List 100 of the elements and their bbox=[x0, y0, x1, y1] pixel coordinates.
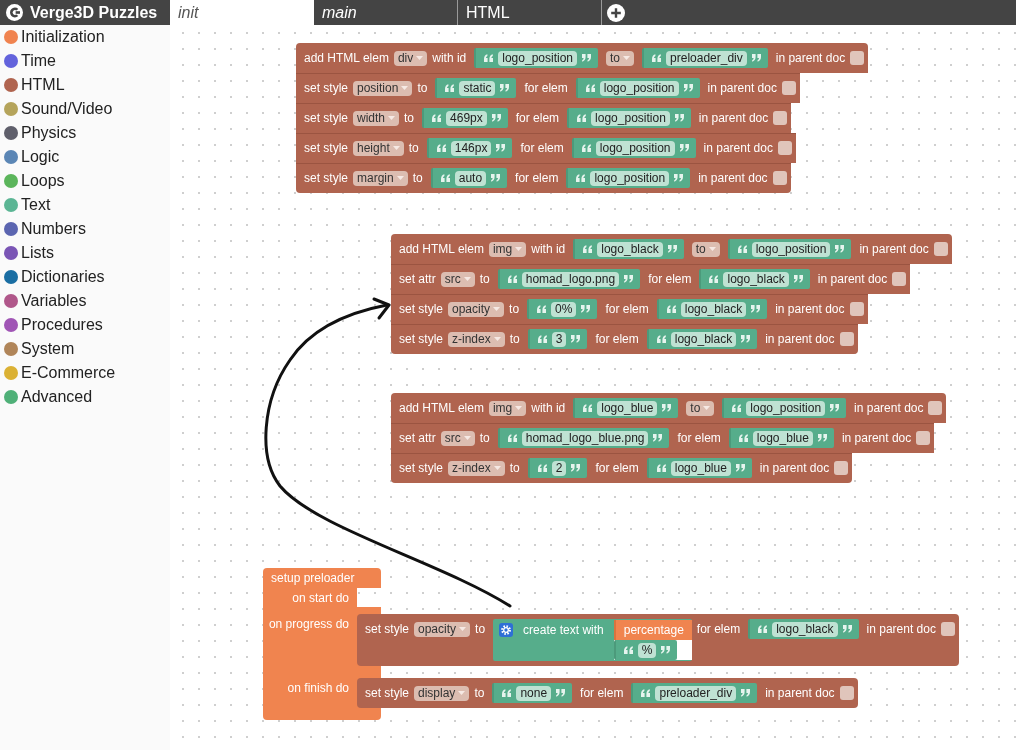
text-field[interactable]: % bbox=[637, 642, 657, 658]
text-field[interactable]: logo_blue bbox=[670, 460, 731, 476]
text-block[interactable]: logo_position bbox=[575, 78, 700, 98]
checkbox[interactable] bbox=[928, 401, 943, 415]
text-field[interactable]: logo_black bbox=[670, 331, 737, 347]
category-item[interactable]: Dictionaries bbox=[0, 265, 109, 289]
dropdown[interactable]: src bbox=[440, 430, 475, 446]
checkbox[interactable] bbox=[773, 111, 788, 125]
dropdown[interactable]: width bbox=[353, 110, 400, 126]
text-field[interactable]: logo_black bbox=[723, 271, 789, 287]
text-field[interactable]: logo_blue bbox=[597, 400, 658, 416]
text-field[interactable]: auto bbox=[454, 170, 487, 186]
dropdown[interactable]: img bbox=[488, 400, 527, 416]
category-item[interactable]: Numbers bbox=[0, 217, 90, 241]
checkbox[interactable] bbox=[834, 461, 849, 475]
text-field[interactable]: homad_logo_blue.png bbox=[521, 430, 649, 446]
text-field[interactable]: none bbox=[516, 685, 552, 701]
text-field[interactable]: 3 bbox=[551, 331, 567, 347]
text-block[interactable]: logo_black bbox=[646, 329, 758, 349]
dropdown[interactable]: position bbox=[353, 80, 413, 96]
statement-block[interactable]: set style z-index to 3 for elem logo_black in parent doc bbox=[391, 324, 858, 354]
text-field[interactable]: logo_position bbox=[590, 170, 670, 186]
checkbox[interactable] bbox=[781, 81, 796, 95]
text-field[interactable]: preloader_div bbox=[666, 50, 747, 66]
text-block[interactable]: logo_black bbox=[699, 269, 810, 289]
text-field[interactable]: logo_position bbox=[599, 80, 679, 96]
category-item[interactable]: Loops bbox=[0, 169, 69, 193]
text-block[interactable]: homad_logo_blue.png bbox=[497, 428, 670, 448]
text-block[interactable]: logo_black bbox=[656, 299, 768, 319]
category-item[interactable]: Physics bbox=[0, 121, 81, 145]
event-block[interactable] bbox=[263, 568, 381, 720]
dropdown[interactable]: div bbox=[393, 50, 428, 66]
statement-block[interactable]: add HTML elem img with id logo_blue to logo_position in parent doc bbox=[391, 393, 947, 423]
statement-block[interactable]: set style display to none for elem preloader_div in parent doc bbox=[357, 678, 858, 708]
category-item[interactable]: HTML bbox=[0, 73, 69, 97]
category-item[interactable]: Logic bbox=[0, 145, 64, 169]
statement-block[interactable]: set style z-index to 2 for elem logo_blue in parent doc bbox=[391, 453, 853, 483]
category-item[interactable]: Lists bbox=[0, 241, 58, 265]
add-tab-button[interactable] bbox=[607, 3, 625, 22]
dropdown[interactable]: height bbox=[353, 140, 404, 156]
create-text-block[interactable]: create text with percentage % bbox=[493, 619, 692, 661]
category-item[interactable]: Time bbox=[0, 49, 60, 73]
dropdown[interactable]: src bbox=[440, 271, 475, 287]
dropdown[interactable]: to bbox=[606, 50, 635, 66]
text-block[interactable]: logo_blue bbox=[728, 428, 834, 448]
statement-block[interactable]: set style width to 469px for elem logo_position in parent doc bbox=[296, 103, 792, 133]
checkbox[interactable] bbox=[839, 686, 854, 700]
text-block[interactable]: homad_logo.png bbox=[497, 269, 641, 289]
category-item[interactable]: Variables bbox=[0, 289, 91, 313]
checkbox[interactable] bbox=[839, 332, 854, 346]
checkbox[interactable] bbox=[850, 51, 865, 65]
text-block[interactable]: logo_blue bbox=[573, 398, 679, 418]
dropdown[interactable]: z-index bbox=[448, 460, 505, 476]
text-block[interactable]: logo_position bbox=[722, 398, 847, 418]
text-block[interactable]: logo_position bbox=[566, 168, 691, 188]
text-field[interactable]: static bbox=[459, 80, 496, 96]
text-block[interactable]: 146px bbox=[426, 138, 513, 158]
text-block[interactable]: logo_black bbox=[573, 239, 684, 259]
text-block[interactable]: 0% bbox=[527, 299, 598, 319]
checkbox[interactable] bbox=[916, 431, 931, 445]
dropdown[interactable]: to bbox=[691, 241, 720, 257]
category-item[interactable]: Sound/Video bbox=[0, 97, 117, 121]
category-item[interactable]: E-Commerce bbox=[0, 361, 120, 385]
category-item[interactable]: Initialization bbox=[0, 25, 109, 49]
text-field[interactable]: logo_position bbox=[595, 140, 675, 156]
dropdown[interactable]: z-index bbox=[448, 331, 505, 347]
text-field[interactable]: preloader_div bbox=[655, 685, 737, 701]
checkbox[interactable] bbox=[940, 622, 955, 636]
text-block[interactable]: static bbox=[435, 78, 517, 98]
text-field[interactable]: 469px bbox=[446, 110, 487, 126]
text-field[interactable]: homad_logo.png bbox=[521, 271, 620, 287]
dropdown[interactable]: margin bbox=[353, 170, 408, 186]
text-block[interactable]: 469px bbox=[422, 108, 508, 128]
text-field[interactable]: 146px bbox=[450, 140, 492, 156]
checkbox[interactable] bbox=[933, 242, 948, 256]
category-item[interactable]: Advanced bbox=[0, 385, 97, 409]
text-field[interactable]: logo_black bbox=[597, 241, 663, 257]
tab[interactable]: init bbox=[170, 0, 314, 25]
text-field[interactable]: logo_position bbox=[498, 50, 577, 66]
text-field[interactable]: 0% bbox=[551, 301, 577, 317]
text-field[interactable]: logo_blue bbox=[752, 430, 813, 446]
dropdown[interactable]: display bbox=[414, 685, 470, 701]
statement-block[interactable]: set style margin to auto for elem logo_position in parent doc bbox=[296, 163, 791, 193]
statement-block[interactable]: set attr src to homad_logo_blue.png for elem logo_blue in parent doc bbox=[391, 423, 935, 453]
statement-block[interactable]: add HTML elem div with id logo_position to preloader_div in parent doc bbox=[296, 43, 869, 73]
text-field[interactable]: logo_position bbox=[746, 400, 826, 416]
text-field[interactable]: logo_black bbox=[772, 621, 838, 637]
text-field[interactable]: logo_black bbox=[680, 301, 747, 317]
text-block[interactable]: none bbox=[492, 683, 573, 703]
text-block[interactable]: preloader_div bbox=[631, 683, 758, 703]
text-block[interactable]: logo_black bbox=[748, 619, 859, 639]
category-item[interactable]: Text bbox=[0, 193, 55, 217]
text-block[interactable]: logo_position bbox=[474, 48, 598, 68]
text-field[interactable]: logo_position bbox=[751, 241, 831, 257]
statement-block[interactable]: set style opacity to 0% for elem logo_black in parent doc bbox=[391, 294, 868, 324]
text-block[interactable]: 3 bbox=[527, 329, 588, 349]
dropdown[interactable]: opacity bbox=[448, 301, 505, 317]
category-item[interactable]: Procedures bbox=[0, 313, 107, 337]
checkbox[interactable] bbox=[772, 171, 787, 185]
dropdown[interactable]: opacity bbox=[414, 621, 471, 637]
